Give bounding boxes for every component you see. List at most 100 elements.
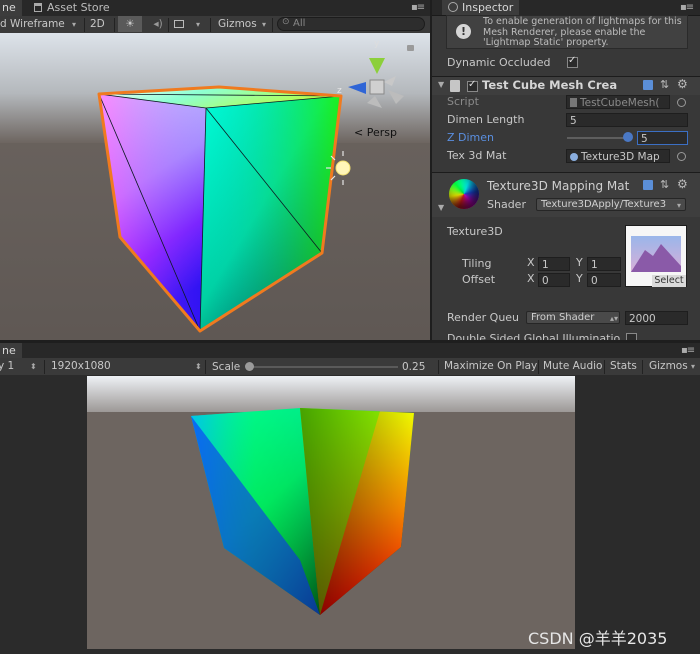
lock-icon[interactable] [407,45,414,51]
persp-label[interactable]: < Persp [354,126,397,139]
texture-select-button[interactable]: Select [652,275,686,287]
scene-viewport[interactable]: y z < Persp [0,33,430,340]
tab-inspector[interactable]: Inspector [442,0,520,15]
divider [205,360,206,374]
gizmos-dropdown[interactable]: Gizmos ▾ [218,16,270,32]
tab-scene[interactable]: ne [0,0,22,16]
lightmap-info-text: To enable generation of lightmaps for th… [483,16,682,48]
game-gizmos-dropdown[interactable]: Gizmos ▾ [649,358,699,374]
scene-search-input[interactable]: ⊙ All [277,17,425,31]
chevron-down-icon: ⬍ [30,362,37,371]
gear-icon[interactable]: ⚙ [677,77,688,91]
info-icon [448,2,458,12]
foldout-arrow-icon: ▼ [438,80,445,89]
toggle-2d-button[interactable]: 2D [90,16,105,32]
shading-mode-dropdown[interactable]: d Wireframe ▾ [0,16,80,32]
inspector-tab-bar: Inspector ▪≡ [432,0,700,16]
script-file-icon [450,80,460,92]
material-title: Texture3D Mapping Mat [487,179,630,193]
material-preview-sphere [449,179,479,209]
script-field: TestCubeMesh( [566,95,670,109]
search-icon: ⊙ [282,17,290,27]
lightmap-info-box: ! To enable generation of lightmaps for … [446,15,688,49]
script-component-title: Test Cube Mesh Crea [482,78,618,92]
stats-toggle[interactable]: Stats [610,358,637,374]
scale-slider-thumb[interactable] [245,362,254,371]
divider [210,18,211,32]
resolution-dropdown[interactable]: 1920x1080 ⬍ [51,358,203,374]
dimen-length-label: Dimen Length [447,113,525,126]
foldout-arrow-icon: ▼ [438,203,445,212]
render-queue-input[interactable]: 2000 [625,311,688,325]
tab-asset-store[interactable]: Asset Store [28,0,116,16]
shader-dropdown[interactable]: Texture3DApply/Texture3 ▾ [536,198,686,211]
object-picker-icon[interactable] [677,152,686,161]
lighting-toggle-button[interactable]: ☀ [118,16,142,32]
inspector-panel [430,0,700,340]
dimen-length-input[interactable]: 5 [566,113,688,127]
offset-y-label: Y [576,272,583,285]
chevron-down-icon: ▾ [691,362,696,371]
z-dimen-slider-track[interactable] [567,137,629,139]
asset-store-label: Asset Store [47,1,110,14]
divider [604,360,605,374]
tab-menu-icon[interactable]: ▪≡ [680,2,694,13]
offset-y-input[interactable]: 0 [587,273,621,287]
offset-x-label: X [527,272,535,285]
tiling-x-label: X [527,256,535,269]
scene-canvas [0,33,430,340]
script-component-header[interactable]: ▼ Test Cube Mesh Crea ⇅ ⚙ [432,76,700,95]
tiling-y-input[interactable]: 1 [587,257,621,271]
game-toolbar: y 1 ⬍ 1920x1080 ⬍ Scale 0.25 Maximize On P… [0,358,700,376]
texture-preview-image [631,236,681,272]
game-canvas [87,376,575,649]
texture3d-label: Texture3D [447,225,503,238]
inspector-tab-label: Inspector [462,1,514,14]
material-header[interactable]: ▼ Texture3D Mapping Mat ⇅ ⚙ Shader Textu… [432,172,700,217]
shading-mode-label: d Wireframe [0,18,65,30]
search-placeholder: All [293,18,306,29]
script-label: Script [447,95,479,108]
tab-menu-icon[interactable]: ▪≡ [411,2,425,13]
dynamic-occluded-label: Dynamic Occluded [447,56,551,69]
chevron-down-icon: ▾ [72,20,77,29]
help-book-icon[interactable] [643,80,653,90]
image-icon [174,20,184,28]
gizmos-label: Gizmos [218,18,257,30]
divider [272,18,273,32]
divider [44,360,45,374]
tex3d-mat-label: Tex 3d Mat [447,149,507,162]
effects-dropdown[interactable]: ▾ [174,16,206,32]
help-book-icon[interactable] [643,180,653,190]
component-enabled-checkbox[interactable] [467,79,478,92]
texture-thumbnail-slot[interactable]: Select [625,225,687,287]
gizmo-axis-z-label: z [337,86,342,96]
z-dimen-label: Z Dimen [447,131,495,144]
speaker-icon: ◂) [153,18,163,30]
render-queue-dropdown[interactable]: From Shader ▴▾ [526,311,620,324]
display-dropdown[interactable]: y 1 ⬍ [0,358,38,374]
scale-slider-track[interactable] [248,366,398,368]
offset-x-input[interactable]: 0 [538,273,570,287]
audio-toggle-button[interactable]: ◂) [148,16,168,32]
z-dimen-slider-thumb[interactable] [623,132,633,142]
chevron-down-icon: ▾ [262,20,267,29]
chevron-down-icon: ▾ [196,20,201,29]
double-sided-gi-checkbox[interactable] [626,333,637,340]
object-picker-icon[interactable] [677,98,686,107]
offset-label: Offset [462,273,496,286]
maximize-on-play-toggle[interactable]: Maximize On Play [444,358,537,374]
tab-menu-icon[interactable]: ▪≡ [681,345,695,356]
dynamic-occluded-checkbox[interactable] [567,55,578,68]
game-viewport[interactable] [87,376,575,649]
preset-icon[interactable]: ⇅ [660,78,669,91]
divider [168,18,169,32]
mute-audio-toggle[interactable]: Mute Audio [543,358,602,374]
tiling-x-input[interactable]: 1 [538,257,570,271]
z-dimen-input[interactable]: 5 [637,131,688,145]
chevron-down-icon: ⬍ [195,362,202,371]
tex3d-mat-field[interactable]: Texture3D Map [566,149,670,163]
preset-icon[interactable]: ⇅ [660,178,669,191]
gear-icon[interactable]: ⚙ [677,177,688,191]
tab-game[interactable]: ne [0,343,22,358]
